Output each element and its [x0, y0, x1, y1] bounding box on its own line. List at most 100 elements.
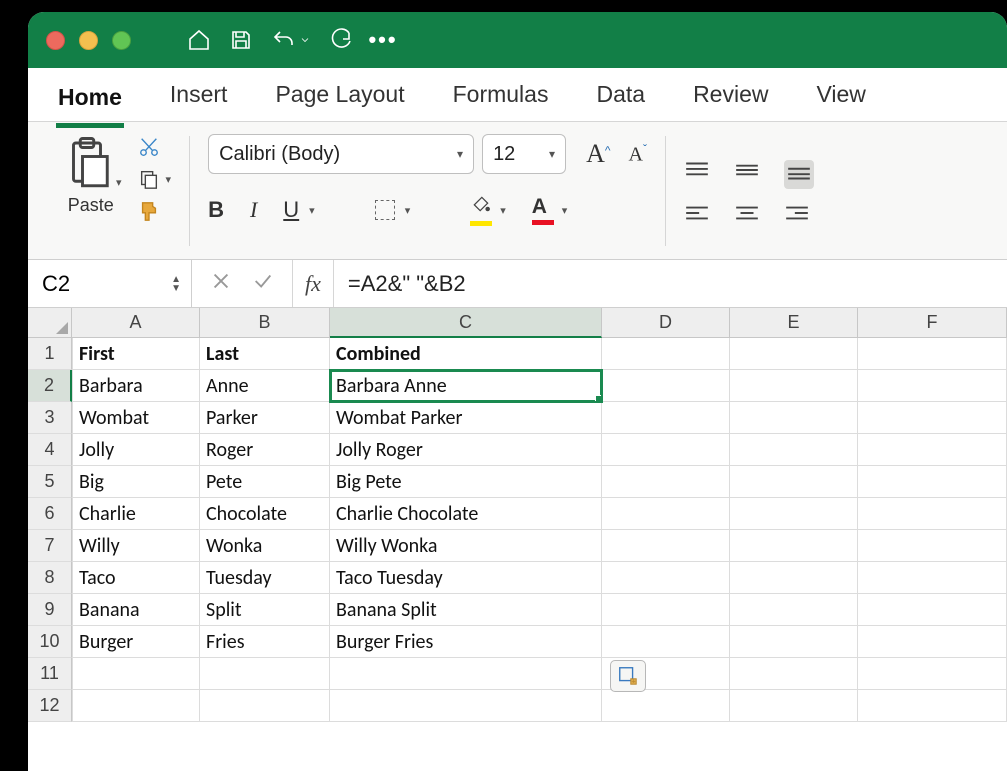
cell-D10[interactable]	[602, 626, 730, 658]
cell-A7[interactable]: Willy	[72, 530, 200, 562]
cell-F12[interactable]	[858, 690, 1007, 722]
shrink-font-button[interactable]: Aˇ	[628, 142, 646, 167]
tab-data[interactable]: Data	[594, 75, 647, 114]
cell-A6[interactable]: Charlie	[72, 498, 200, 530]
cell-B9[interactable]: Split	[200, 594, 330, 626]
cell-D12[interactable]	[602, 690, 730, 722]
fill-color-button[interactable]: ▾	[470, 194, 506, 226]
row-header-1[interactable]: 1	[28, 338, 72, 370]
cell-D5[interactable]	[602, 466, 730, 498]
cell-C9[interactable]: Banana Split	[330, 594, 602, 626]
row-header-10[interactable]: 10	[28, 626, 72, 658]
cell-B11[interactable]	[200, 658, 330, 690]
column-header-E[interactable]: E	[730, 308, 858, 338]
row-header-6[interactable]: 6	[28, 498, 72, 530]
font-color-dropdown-icon[interactable]: ▾	[562, 204, 568, 217]
cell-A3[interactable]: Wombat	[72, 402, 200, 434]
cell-F7[interactable]	[858, 530, 1007, 562]
cell-E4[interactable]	[730, 434, 858, 466]
tab-view[interactable]: View	[814, 75, 867, 114]
cell-F6[interactable]	[858, 498, 1007, 530]
cell-A10[interactable]: Burger	[72, 626, 200, 658]
cell-C4[interactable]: Jolly Roger	[330, 434, 602, 466]
cell-C1[interactable]: Combined	[330, 338, 602, 370]
row-header-5[interactable]: 5	[28, 466, 72, 498]
cell-C12[interactable]	[330, 690, 602, 722]
align-left-button[interactable]	[684, 203, 710, 228]
borders-dropdown-icon[interactable]: ▾	[405, 204, 411, 217]
cell-F8[interactable]	[858, 562, 1007, 594]
cell-B12[interactable]	[200, 690, 330, 722]
cell-F11[interactable]	[858, 658, 1007, 690]
tab-formulas[interactable]: Formulas	[451, 75, 551, 114]
row-header-7[interactable]: 7	[28, 530, 72, 562]
redo-icon[interactable]	[327, 26, 355, 54]
borders-button[interactable]: ▾	[375, 200, 411, 220]
grow-font-button[interactable]: A^	[586, 139, 610, 169]
select-all-corner[interactable]	[28, 308, 72, 338]
fill-color-dropdown-icon[interactable]: ▾	[500, 204, 506, 217]
row-header-9[interactable]: 9	[28, 594, 72, 626]
cell-E3[interactable]	[730, 402, 858, 434]
accept-formula-button[interactable]	[252, 270, 274, 297]
cell-E5[interactable]	[730, 466, 858, 498]
more-icon[interactable]: •••	[369, 26, 397, 54]
cell-D4[interactable]	[602, 434, 730, 466]
cell-C2[interactable]: Barbara Anne	[330, 370, 602, 402]
cell-C7[interactable]: Willy Wonka	[330, 530, 602, 562]
row-header-11[interactable]: 11	[28, 658, 72, 690]
spreadsheet-grid[interactable]: ABCDEF 1FirstLastCombined2BarbaraAnneBar…	[28, 308, 1007, 722]
align-center-button[interactable]	[734, 203, 760, 228]
row-header-8[interactable]: 8	[28, 562, 72, 594]
italic-button[interactable]: I	[250, 197, 257, 223]
cell-D6[interactable]	[602, 498, 730, 530]
cell-D3[interactable]	[602, 402, 730, 434]
cell-E1[interactable]	[730, 338, 858, 370]
cell-C6[interactable]: Charlie Chocolate	[330, 498, 602, 530]
undo-dropdown-icon[interactable]	[297, 26, 313, 54]
cell-A5[interactable]: Big	[72, 466, 200, 498]
cell-B10[interactable]: Fries	[200, 626, 330, 658]
cell-D7[interactable]	[602, 530, 730, 562]
cell-B7[interactable]: Wonka	[200, 530, 330, 562]
close-window-button[interactable]	[46, 31, 65, 50]
column-header-C[interactable]: C	[330, 308, 602, 338]
format-painter-button[interactable]	[138, 200, 172, 222]
align-bottom-button[interactable]	[784, 160, 814, 189]
cell-C5[interactable]: Big Pete	[330, 466, 602, 498]
name-box-stepper[interactable]: ▲▼	[171, 275, 181, 293]
cell-E8[interactable]	[730, 562, 858, 594]
cell-B4[interactable]: Roger	[200, 434, 330, 466]
tab-review[interactable]: Review	[691, 75, 770, 114]
column-header-A[interactable]: A	[72, 308, 200, 338]
copy-button[interactable]: ▾	[138, 168, 172, 190]
row-header-2[interactable]: 2	[28, 370, 72, 402]
insert-function-button[interactable]: fx	[292, 260, 334, 307]
cell-D9[interactable]	[602, 594, 730, 626]
formula-input[interactable]: =A2&" "&B2	[334, 260, 1007, 307]
tab-home[interactable]: Home	[56, 78, 124, 128]
column-header-F[interactable]: F	[858, 308, 1007, 338]
cell-E10[interactable]	[730, 626, 858, 658]
cut-button[interactable]	[138, 136, 172, 158]
cell-F1[interactable]	[858, 338, 1007, 370]
column-header-B[interactable]: B	[200, 308, 330, 338]
cell-F10[interactable]	[858, 626, 1007, 658]
copy-dropdown-icon[interactable]: ▾	[166, 173, 172, 186]
cell-E9[interactable]	[730, 594, 858, 626]
cell-B5[interactable]: Pete	[200, 466, 330, 498]
cell-D1[interactable]	[602, 338, 730, 370]
cell-A1[interactable]: First	[72, 338, 200, 370]
cell-B8[interactable]: Tuesday	[200, 562, 330, 594]
font-color-button[interactable]: A ▾	[532, 195, 568, 225]
paste-button[interactable]: ▾ Paste	[60, 134, 122, 216]
cell-F5[interactable]	[858, 466, 1007, 498]
tab-insert[interactable]: Insert	[168, 75, 230, 114]
font-size-combo[interactable]: 12 ▾	[482, 134, 566, 174]
align-right-button[interactable]	[784, 203, 814, 228]
cell-C3[interactable]: Wombat Parker	[330, 402, 602, 434]
tab-page-layout[interactable]: Page Layout	[273, 75, 406, 114]
cell-C8[interactable]: Taco Tuesday	[330, 562, 602, 594]
cell-E6[interactable]	[730, 498, 858, 530]
paste-dropdown-icon[interactable]: ▾	[116, 176, 122, 189]
